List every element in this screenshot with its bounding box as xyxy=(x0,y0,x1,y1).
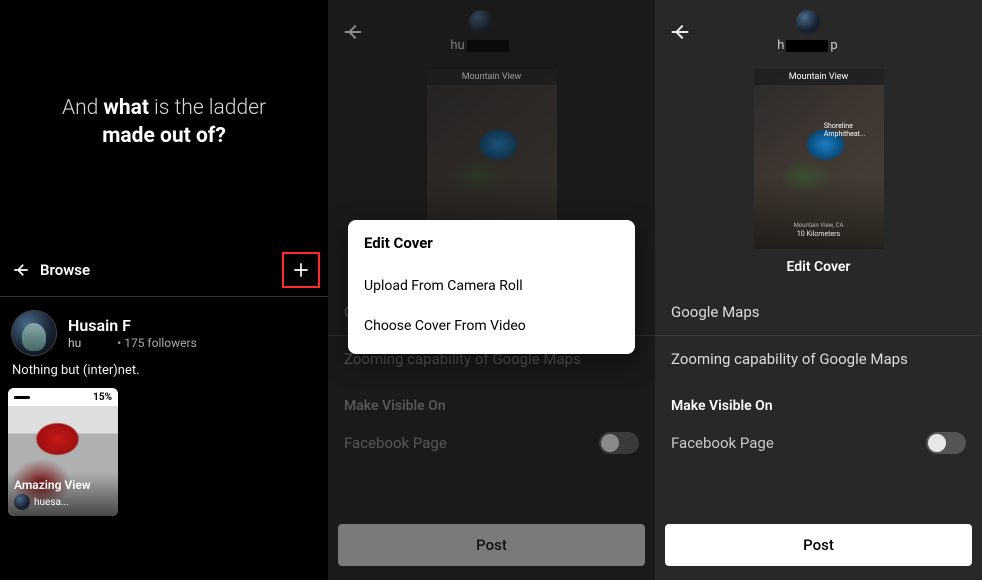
facebook-page-row: Facebook Page xyxy=(655,422,982,470)
card-title: Amazing View xyxy=(14,478,112,492)
browse-bar: Browse xyxy=(0,244,328,297)
handle-prefix: h xyxy=(777,38,784,53)
progress-percent: 15% xyxy=(93,392,112,403)
edit-cover-button[interactable]: Edit Cover xyxy=(655,259,982,275)
profile-bio: Nothing but (inter)net. xyxy=(0,363,328,388)
video-caption: And what is the ladder made out of? xyxy=(62,94,266,151)
top-handle: hp xyxy=(777,38,837,53)
add-button[interactable] xyxy=(282,252,320,288)
top-avatar-icon xyxy=(469,10,493,34)
browse-label: Browse xyxy=(40,261,90,279)
edit-cover-sheet: Edit Cover Upload From Camera Roll Choos… xyxy=(348,220,635,354)
panel-edit-cover-sheet: hu Mountain View 10 Kilometers Edit Cove… xyxy=(328,0,655,580)
facebook-page-label: Facebook Page xyxy=(671,434,774,452)
handle-prefix: hu xyxy=(450,38,464,53)
card-author: huesa... xyxy=(14,494,112,510)
profile-subline: hu • 175 followers xyxy=(68,336,197,350)
caption-bold1: what xyxy=(103,96,149,120)
redacted xyxy=(467,40,509,52)
top-center: hu xyxy=(342,10,619,53)
profile-header[interactable]: Husain F hu • 175 followers xyxy=(0,297,328,363)
facebook-toggle[interactable] xyxy=(926,432,966,454)
choose-from-video-option[interactable]: Choose Cover From Video xyxy=(364,306,619,346)
redacted xyxy=(81,339,111,349)
sheet-title: Edit Cover xyxy=(364,234,619,252)
card-progress: 15% xyxy=(8,388,118,406)
avatar xyxy=(12,311,56,355)
cover-scale-label: 10 Kilometers xyxy=(754,230,884,238)
progress-bar-icon xyxy=(14,396,30,399)
profile-name: Husain F xyxy=(68,316,197,335)
arrow-left-icon xyxy=(12,261,30,279)
cover-banner: Mountain View xyxy=(427,69,557,85)
handle-visible: hu xyxy=(68,336,81,350)
topbar: hu xyxy=(328,0,655,59)
facebook-page-row: Facebook Page xyxy=(328,422,655,470)
caption-part1: And xyxy=(62,96,103,120)
post-label: Post xyxy=(803,536,834,554)
description-field[interactable]: Zooming capability of Google Maps xyxy=(655,336,982,382)
panel-compose: hp Mountain View ShorelineAmphitheat... … xyxy=(655,0,982,580)
video-card[interactable]: 15% Amazing View huesa... xyxy=(8,388,118,516)
post-button[interactable]: Post xyxy=(338,524,645,566)
redacted xyxy=(786,40,828,52)
cover-pins: ShorelineAmphitheat... xyxy=(824,123,866,138)
make-visible-header: Make Visible On xyxy=(328,382,655,422)
profile-name-visible: Husain F xyxy=(68,316,131,335)
video-preview[interactable]: And what is the ladder made out of? xyxy=(0,0,328,244)
top-center: hp xyxy=(669,10,946,53)
plus-icon xyxy=(291,260,311,280)
upload-camera-roll-option[interactable]: Upload From Camera Roll xyxy=(364,266,619,306)
profile-info: Husain F hu • 175 followers xyxy=(68,316,197,350)
cover-footer: Mountain View, CA 10 Kilometers xyxy=(754,221,884,239)
facebook-page-label: Facebook Page xyxy=(344,434,447,452)
back-icon[interactable] xyxy=(342,21,364,43)
card-overlay: Amazing View huesa... xyxy=(8,472,118,516)
cover-banner: Mountain View xyxy=(754,69,884,85)
caption-part2: is the ladder xyxy=(149,96,266,120)
followers-count: 175 followers xyxy=(124,336,197,350)
topbar: hp xyxy=(655,0,982,59)
cover-preview[interactable]: Mountain View ShorelineAmphitheat... Mou… xyxy=(754,69,884,249)
mini-avatar-icon xyxy=(14,494,30,510)
title-field[interactable]: Google Maps xyxy=(655,289,982,336)
post-label: Post xyxy=(476,536,507,554)
handle-suffix: p xyxy=(830,38,837,53)
post-button[interactable]: Post xyxy=(665,524,972,566)
back-icon[interactable] xyxy=(669,21,691,43)
panel-browse: And what is the ladder made out of? Brow… xyxy=(0,0,328,580)
make-visible-header: Make Visible On xyxy=(655,382,982,422)
card-author-name: huesa... xyxy=(34,497,69,508)
caption-bold2: made out of? xyxy=(102,124,226,148)
top-handle: hu xyxy=(450,38,510,53)
top-avatar-icon xyxy=(796,10,820,34)
facebook-toggle[interactable] xyxy=(599,432,639,454)
browse-back[interactable]: Browse xyxy=(12,261,90,279)
redacted xyxy=(131,321,173,333)
